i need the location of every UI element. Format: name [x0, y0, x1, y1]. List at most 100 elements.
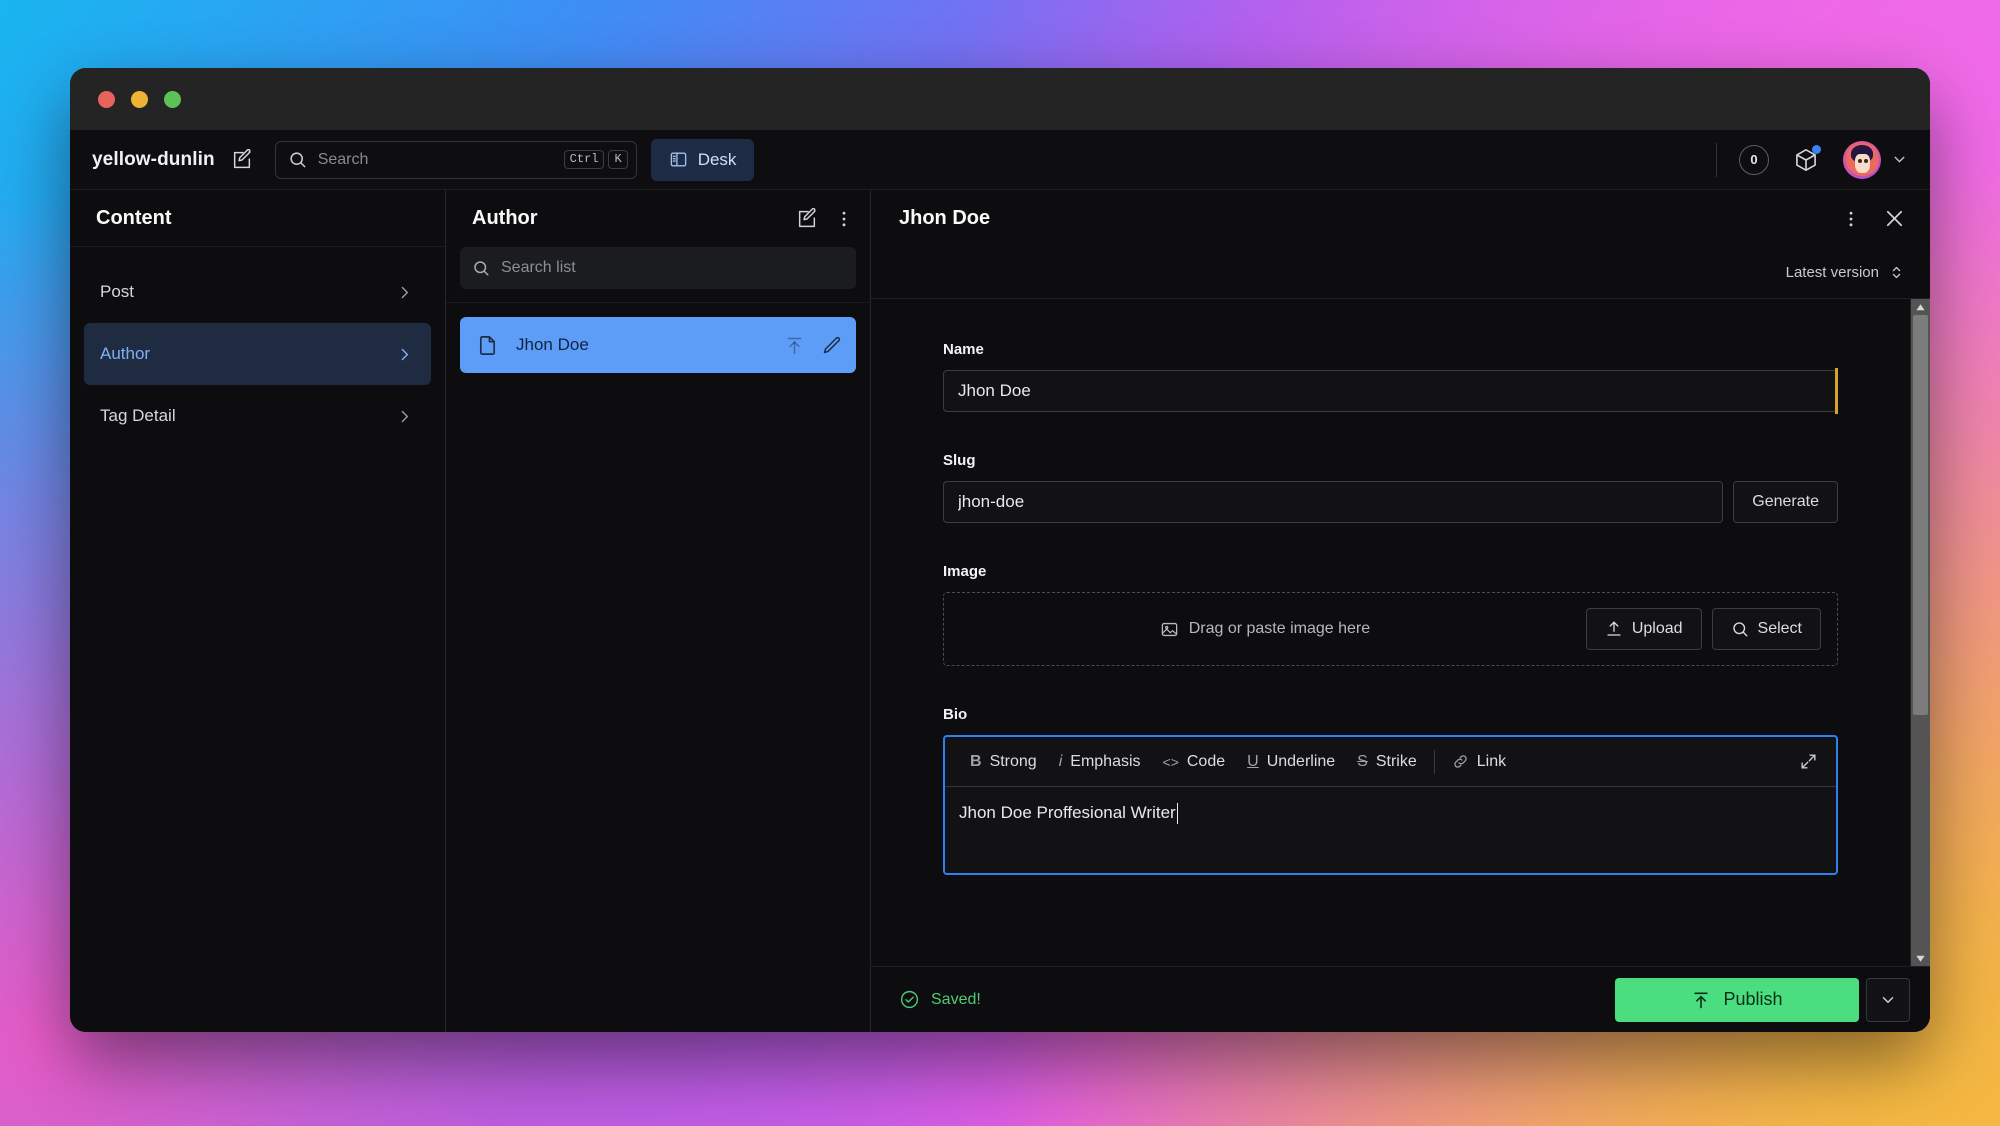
bold-label: Strong: [989, 752, 1037, 770]
publish-arrow-icon: [1691, 990, 1711, 1010]
field-image: Image Drag or paste image here Upload Se…: [943, 563, 1838, 666]
chevron-up-down-icon: [1889, 265, 1904, 280]
shortcut-key-ctrl: Ctrl: [563, 150, 605, 169]
publish-group: Publish: [1615, 977, 1910, 1022]
list-item-label: Jhon Doe: [516, 335, 589, 354]
tab-desk[interactable]: Desk: [650, 138, 755, 181]
code-icon[interactable]: <> Code: [1152, 753, 1237, 771]
content-pane-title: Content: [96, 206, 172, 229]
field-bio: Bio B Strong i Emphasis <> Code U Underl…: [943, 706, 1838, 875]
check-circle-icon: [899, 989, 920, 1010]
publish-arrow-icon[interactable]: [784, 335, 805, 356]
bio-editor-body[interactable]: Jhon Doe Proffesional Writer: [945, 787, 1836, 873]
list-search-input[interactable]: [490, 259, 844, 277]
close-window-button[interactable]: [98, 90, 115, 108]
window-titlebar: [70, 68, 1930, 130]
document-form: Name Slug Generate: [871, 299, 1910, 966]
scrollbar-thumb[interactable]: [1913, 315, 1928, 716]
bold-icon[interactable]: B Strong: [959, 753, 1048, 771]
panes-container: Content Post Author Tag Detail Author Se…: [70, 190, 1930, 1032]
scrollbar-track[interactable]: [1911, 315, 1930, 950]
version-label: Latest version: [1785, 264, 1879, 281]
text-caret: [1176, 803, 1179, 824]
minimize-window-button[interactable]: [131, 90, 148, 108]
bio-text: Jhon Doe Proffesional Writer: [959, 803, 1176, 822]
maximize-window-button[interactable]: [164, 90, 181, 108]
sidebar-item-tag-detail[interactable]: Tag Detail: [84, 385, 431, 447]
pencil-icon[interactable]: [821, 335, 842, 356]
field-label: Name: [943, 341, 984, 358]
field-label: Bio: [943, 706, 968, 723]
publish-button-label: Publish: [1723, 989, 1783, 1009]
sidebar-item-post[interactable]: Post: [84, 261, 431, 323]
status-label: Saved!: [931, 990, 981, 1008]
sidebar-item-label: Post: [100, 282, 135, 301]
sidebar-item-label: Author: [100, 344, 151, 363]
field-label: Slug: [943, 452, 976, 469]
more-vertical-icon[interactable]: [1841, 209, 1861, 229]
global-search[interactable]: Ctrl K: [274, 140, 637, 179]
update-dot-indicator: [1812, 144, 1821, 154]
app-header: yellow-dunlin Ctrl K Desk: [70, 130, 1930, 190]
upload-icon: [1605, 620, 1623, 638]
content-pane-header: Content: [70, 190, 445, 247]
name-input[interactable]: [943, 370, 1838, 412]
code-glyph: <>: [1162, 753, 1179, 770]
list-item-actions: [784, 335, 842, 356]
publish-options-button[interactable]: [1866, 977, 1910, 1022]
expand-icon[interactable]: [1785, 752, 1832, 771]
field-change-marker: [1835, 368, 1838, 414]
list-pane-header: Author: [446, 190, 870, 247]
image-buttons: Upload Select: [1585, 608, 1821, 650]
document-list: Jhon Doe: [446, 303, 870, 373]
underline-glyph: U: [1247, 752, 1259, 770]
slug-input[interactable]: [943, 481, 1724, 523]
notifications-badge[interactable]: 0: [1739, 144, 1769, 175]
list-item[interactable]: Jhon Doe: [460, 317, 856, 373]
upload-image-button[interactable]: Upload: [1585, 608, 1702, 650]
strike-label: Strike: [1375, 752, 1417, 770]
publish-button[interactable]: Publish: [1615, 977, 1859, 1022]
document-pane-header: Jhon Doe: [871, 190, 1930, 247]
bio-rich-text-editor[interactable]: B Strong i Emphasis <> Code U Underline …: [943, 735, 1838, 875]
document-scrollbar[interactable]: [1910, 299, 1930, 966]
create-document-button[interactable]: [796, 207, 818, 230]
shortcut-key-k: K: [608, 150, 628, 169]
chevron-down-icon[interactable]: [1891, 151, 1908, 168]
list-search[interactable]: [460, 247, 856, 289]
field-slug: Slug Generate: [943, 452, 1838, 523]
app-window: yellow-dunlin Ctrl K Desk: [70, 68, 1930, 1032]
tab-desk-label: Desk: [697, 149, 737, 169]
search-input[interactable]: [306, 150, 560, 169]
underline-icon[interactable]: U Underline: [1236, 753, 1346, 771]
generate-slug-button[interactable]: Generate: [1733, 481, 1838, 523]
document-subheader: Latest version: [871, 247, 1930, 299]
content-nav-list: Post Author Tag Detail: [70, 247, 445, 447]
upload-button-label: Upload: [1631, 620, 1683, 637]
edit-square-icon[interactable]: [231, 148, 253, 171]
chevron-right-icon: [396, 346, 413, 363]
document-pane-actions: [1841, 207, 1906, 230]
panels-layout-icon: [669, 150, 688, 169]
version-selector[interactable]: Latest version: [1786, 264, 1904, 281]
strikethrough-icon[interactable]: S Strike: [1346, 753, 1428, 771]
scroll-down-arrow[interactable]: [1915, 950, 1926, 966]
select-image-button[interactable]: Select: [1711, 608, 1821, 650]
link-glyph: [1452, 753, 1469, 770]
code-label: Code: [1186, 752, 1226, 770]
more-vertical-icon[interactable]: [834, 209, 854, 229]
search-icon: [472, 259, 490, 277]
status-badge: Saved!: [899, 989, 981, 1010]
list-pane-actions: [796, 207, 854, 230]
sidebar-item-author[interactable]: Author: [84, 323, 431, 385]
image-drop-zone[interactable]: Drag or paste image here Upload Select: [943, 592, 1838, 666]
package-cube-icon[interactable]: [1793, 144, 1821, 173]
close-icon[interactable]: [1883, 207, 1906, 230]
italic-icon[interactable]: i Emphasis: [1048, 753, 1152, 771]
link-icon[interactable]: Link: [1441, 753, 1517, 771]
image-icon: [1160, 620, 1179, 639]
chevron-right-icon: [396, 284, 413, 301]
scroll-up-arrow[interactable]: [1915, 299, 1926, 315]
avatar[interactable]: [1843, 140, 1881, 179]
select-button-label: Select: [1757, 620, 1802, 637]
